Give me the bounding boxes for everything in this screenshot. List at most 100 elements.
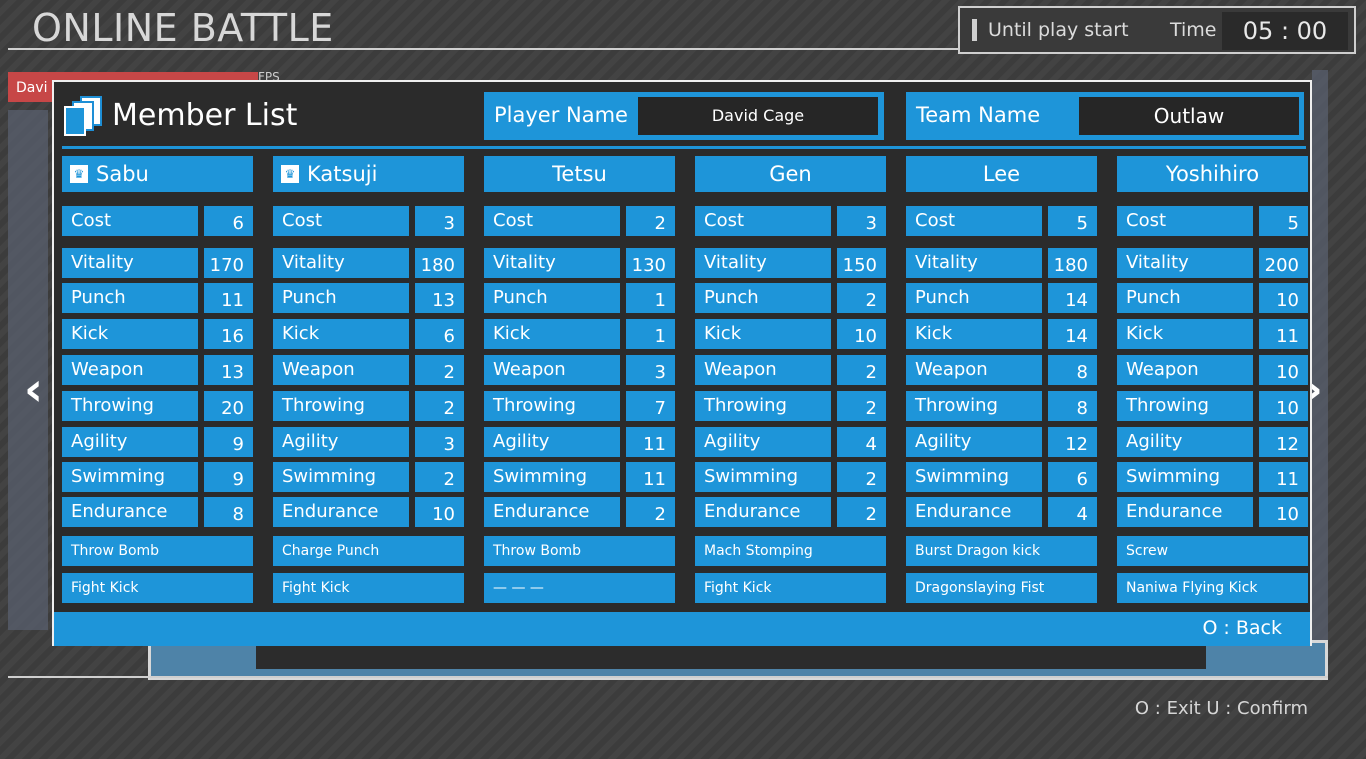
skill-name: Charge Punch — [282, 543, 380, 559]
stat-value-box: 5 — [1048, 206, 1097, 236]
stat-row: Weapon 2 — [273, 355, 464, 385]
stat-label: Vitality — [704, 252, 767, 273]
stat-label: Weapon — [704, 359, 777, 380]
stat-label: Cost — [71, 210, 112, 231]
stat-row: Kick 16 — [62, 319, 253, 349]
chevron-left-icon[interactable]: ‹ — [24, 362, 43, 416]
stat-row: Vitality 170 — [62, 248, 253, 278]
stat-label: Punch — [71, 287, 126, 308]
stat-row: Kick 6 — [273, 319, 464, 349]
stat-label-box: Vitality — [273, 248, 409, 278]
stat-value: 3 — [443, 434, 455, 455]
footer-controls-hint: O : Exit U : Confirm — [1134, 698, 1308, 719]
stat-label: Punch — [282, 287, 337, 308]
stat-label: Throwing — [282, 395, 365, 416]
stat-label-box: Swimming — [695, 462, 831, 492]
stat-label-box: Throwing — [1117, 391, 1253, 421]
stat-label: Cost — [1126, 210, 1167, 231]
skill-slot: Mach Stomping — [695, 536, 886, 566]
skill-slot: Fight Kick — [62, 573, 253, 603]
stat-row: Vitality 180 — [906, 248, 1097, 278]
stat-value-box: 12 — [1048, 427, 1097, 457]
stat-value: 13 — [432, 290, 455, 311]
stat-value: 20 — [221, 398, 244, 419]
stat-value: 5 — [1287, 213, 1299, 234]
stat-label: Throwing — [1126, 395, 1209, 416]
back-hint[interactable]: O : Back — [1202, 617, 1282, 639]
stat-value: 11 — [643, 469, 666, 490]
stat-value: 10 — [1276, 290, 1299, 311]
stat-value-box: 2 — [837, 283, 886, 313]
stat-row: Cost 5 — [1117, 206, 1308, 236]
bottom-divider — [8, 676, 1328, 678]
stat-label-box: Punch — [1117, 283, 1253, 313]
stat-label: Agility — [71, 431, 128, 452]
stat-label-box: Agility — [906, 427, 1042, 457]
stat-value-box: 180 — [1048, 248, 1097, 278]
stat-row: Weapon 10 — [1117, 355, 1308, 385]
stat-label: Punch — [704, 287, 759, 308]
skill-slot: Naniwa Flying Kick — [1117, 573, 1308, 603]
stat-label: Vitality — [71, 252, 134, 273]
stat-label: Agility — [704, 431, 761, 452]
stat-value: 2 — [865, 290, 877, 311]
stat-value-box: 11 — [626, 462, 675, 492]
stat-value-box: 2 — [415, 355, 464, 385]
stat-label-box: Cost — [906, 206, 1042, 236]
stat-row: Kick 14 — [906, 319, 1097, 349]
background-scene-right — [1312, 70, 1328, 640]
stat-value-box: 2 — [415, 391, 464, 421]
stat-row: Endurance 10 — [273, 497, 464, 527]
stat-value: 12 — [1065, 434, 1088, 455]
background-player-tag: Davi — [16, 80, 48, 96]
stat-label: Swimming — [282, 466, 377, 487]
stat-value-box: 14 — [1048, 283, 1097, 313]
stat-label: Kick — [282, 323, 320, 344]
stat-value: 2 — [654, 213, 666, 234]
stat-label-box: Weapon — [62, 355, 198, 385]
stat-row: Agility 4 — [695, 427, 886, 457]
stat-label: Swimming — [71, 466, 166, 487]
stat-value-box: 12 — [1259, 427, 1308, 457]
stat-label-box: Punch — [484, 283, 620, 313]
stat-row: Throwing 7 — [484, 391, 675, 421]
stat-row: Cost 2 — [484, 206, 675, 236]
skill-slot: Screw — [1117, 536, 1308, 566]
stat-label-box: Weapon — [1117, 355, 1253, 385]
stat-value: 10 — [854, 326, 877, 347]
stat-row: Punch 1 — [484, 283, 675, 313]
stat-value-box: 8 — [1048, 391, 1097, 421]
stat-label-box: Kick — [695, 319, 831, 349]
stat-value: 2 — [443, 469, 455, 490]
stat-label: Throwing — [704, 395, 787, 416]
stat-label-box: Endurance — [906, 497, 1042, 527]
stat-label: Swimming — [1126, 466, 1221, 487]
stat-label: Weapon — [282, 359, 355, 380]
stat-value: 14 — [1065, 326, 1088, 347]
stat-label: Weapon — [493, 359, 566, 380]
stat-row: Endurance 2 — [695, 497, 886, 527]
stat-row: Vitality 150 — [695, 248, 886, 278]
stat-label: Cost — [704, 210, 745, 231]
stat-value-box: 4 — [837, 427, 886, 457]
time-value: 05 : 00 — [1222, 12, 1348, 50]
skill-slot: Dragonslaying Fist — [906, 573, 1097, 603]
skill-slot: Fight Kick — [273, 573, 464, 603]
stat-label-box: Weapon — [484, 355, 620, 385]
stat-label: Agility — [493, 431, 550, 452]
stat-label-box: Weapon — [695, 355, 831, 385]
skill-name: Throw Bomb — [493, 543, 582, 559]
stat-value-box: 6 — [1048, 462, 1097, 492]
stat-value-box: 10 — [415, 497, 464, 527]
skill-slot: — — — — [484, 573, 675, 603]
stat-value-box: 9 — [204, 462, 253, 492]
stat-value-box: 9 — [204, 427, 253, 457]
stat-value: 9 — [232, 469, 244, 490]
timer-marker — [972, 19, 977, 41]
team-name-label: Team Name — [916, 103, 1041, 127]
stat-label-box: Cost — [695, 206, 831, 236]
member-name: Sabu — [96, 162, 149, 186]
stat-label: Swimming — [493, 466, 588, 487]
stat-row: Punch 2 — [695, 283, 886, 313]
stat-label-box: Agility — [62, 427, 198, 457]
